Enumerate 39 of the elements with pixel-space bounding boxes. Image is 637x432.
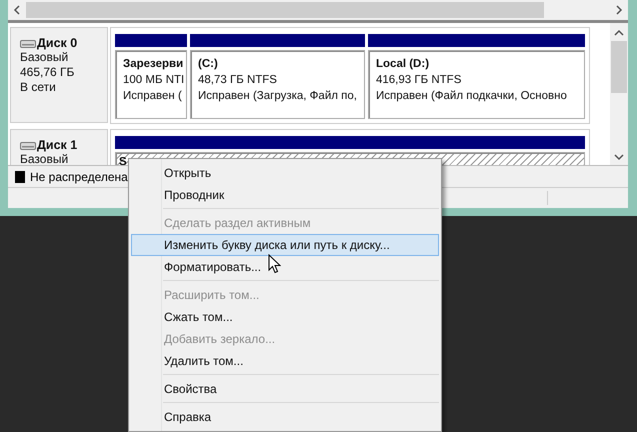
- partition-label: S: [119, 155, 128, 165]
- scroll-down-icon[interactable]: [614, 153, 624, 161]
- disk-status: В сети: [20, 80, 57, 95]
- disk-type: Базовый: [20, 152, 70, 165]
- partition-status: Исправен (Загрузка, Файл по,: [198, 89, 358, 104]
- partition-status: Исправен (Файл подкачки, Основно: [376, 89, 568, 104]
- disk-type: Базовый: [20, 50, 70, 65]
- disk-name: Диск 1: [37, 138, 78, 152]
- partition-header-bar: [115, 34, 187, 47]
- horizontal-scrollbar[interactable]: [8, 0, 628, 23]
- disk-info-panel[interactable]: Диск 0 Базовый 465,76 ГБ В сети: [10, 27, 108, 123]
- disk-size: 465,76 ГБ: [20, 65, 76, 80]
- partition-size: 48,73 ГБ NTFS: [198, 73, 278, 88]
- menu-item[interactable]: Справка: [131, 406, 439, 428]
- hard-drive-icon: [20, 38, 36, 48]
- scroll-left-icon[interactable]: [13, 5, 21, 15]
- partition-status: Исправен (: [123, 89, 182, 104]
- partition-label: (C:): [198, 57, 219, 72]
- partition-label: Local (D:): [376, 57, 430, 72]
- menu-item[interactable]: Изменить букву диска или путь к диску...: [131, 234, 439, 256]
- menu-item[interactable]: Удалить том...: [131, 350, 439, 372]
- scroll-right-icon[interactable]: [615, 5, 623, 15]
- disk-name: Диск 0: [37, 36, 78, 50]
- partition-label: Зарезерви: [123, 57, 182, 72]
- partition-size: 100 МБ NTI: [123, 73, 182, 88]
- mouse-pointer-icon: [268, 254, 281, 274]
- menu-item[interactable]: Свойства: [131, 378, 439, 400]
- menu-item[interactable]: Форматировать...: [131, 256, 439, 278]
- menu-item[interactable]: Сжать том...: [131, 306, 439, 328]
- scroll-up-icon[interactable]: [614, 29, 624, 37]
- menu-item[interactable]: Проводник: [131, 184, 439, 206]
- scrollbar-thumb[interactable]: [26, 2, 544, 18]
- vertical-scrollbar[interactable]: [610, 23, 628, 165]
- scrollbar-thumb[interactable]: [611, 41, 627, 93]
- legend-label: Не распределена: [30, 170, 128, 184]
- hard-drive-icon: [20, 140, 36, 150]
- disk-info-panel[interactable]: Диск 1 Базовый: [10, 129, 108, 165]
- menu-item[interactable]: Открыть: [131, 162, 439, 184]
- partition-size: 416,93 ГБ NTFS: [376, 73, 462, 88]
